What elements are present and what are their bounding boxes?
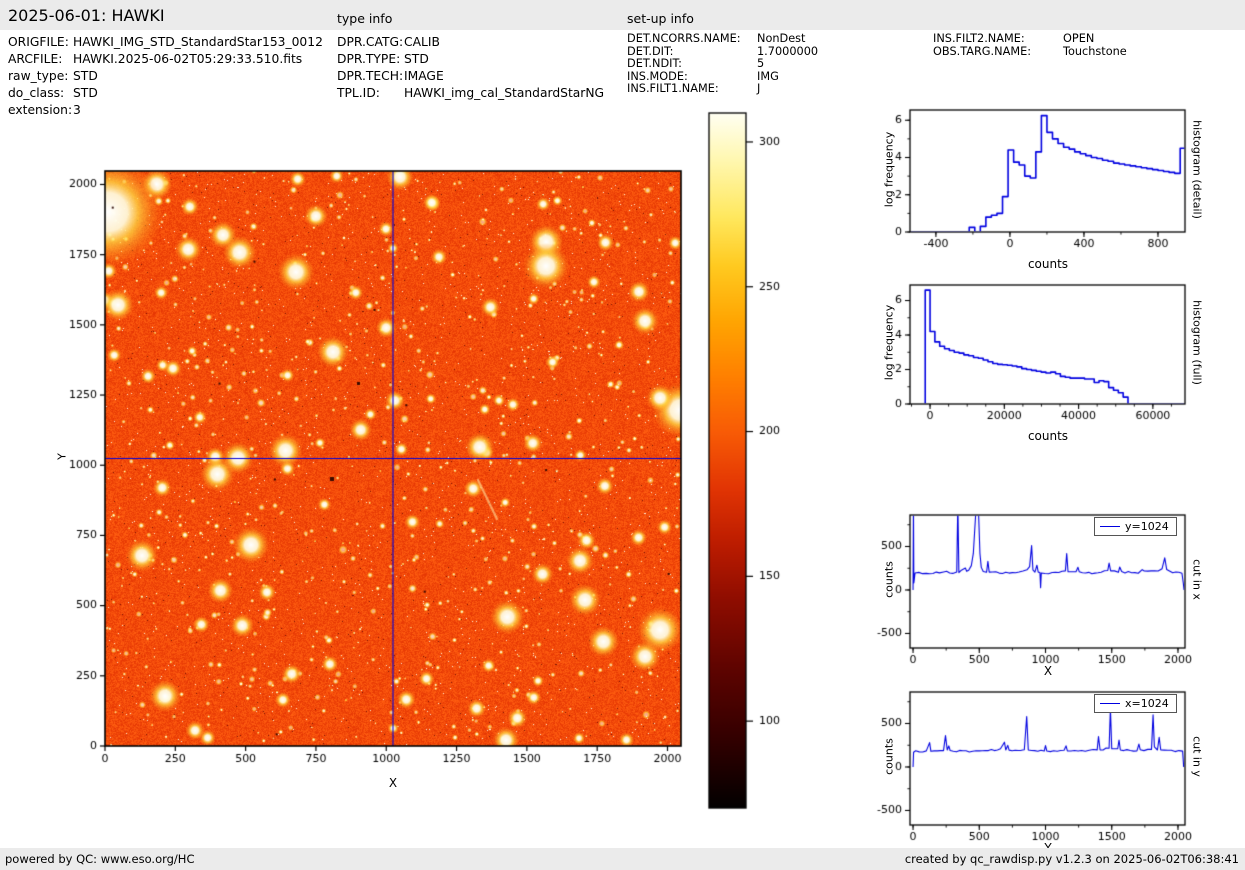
cut-y-right-label: cut in y (1190, 736, 1204, 777)
footer-created-by: created by qc_rawdisp.py v1.2.3 on 2025-… (904, 852, 1239, 866)
field-label: DPR.CATG: (337, 35, 404, 49)
field-value: IMG (757, 69, 779, 83)
field-value: STD (404, 52, 429, 66)
field-value: 3 (73, 103, 81, 117)
field-value: CALIB (404, 35, 440, 49)
histogram-full-ylabel: log frequency (882, 304, 896, 381)
field-value: STD (73, 69, 98, 83)
field-label: OBS.TARG.NAME: (933, 44, 1032, 58)
legend-line-swatch (1100, 526, 1120, 527)
field-value: STD (73, 86, 98, 100)
setup-info-row: OBS.TARG.NAME: Touchstone (933, 44, 1127, 59)
type-info-row: TPL.ID: HAWKI_img_cal_StandardStarNG (337, 85, 604, 102)
field-label: DET.NCORRS.NAME: (627, 32, 741, 45)
histogram-full-xlabel: counts (1027, 429, 1069, 443)
field-label: TPL.ID: (337, 86, 380, 100)
field-value: IMAGE (404, 69, 444, 83)
field-value: HAWKI_IMG_STD_StandardStar153_0012 (73, 35, 323, 49)
setup-info-block: DET.NCORRS.NAME: NonDest DET.DIT: 1.7000… (627, 32, 819, 96)
histogram-detail-ylabel: log frequency (882, 131, 896, 208)
main-yaxis-label: Y (55, 453, 69, 460)
field-value: 1.7000000 (757, 44, 819, 58)
cut-y-ylabel: counts (882, 738, 896, 775)
field-label: DET.NDIT: (627, 57, 682, 71)
field-label: INS.FILT2.NAME: (933, 32, 1025, 45)
legend-label: x=1024 (1125, 697, 1169, 710)
file-info-block: ORIGFILE: HAWKI_IMG_STD_StandardStar153_… (8, 34, 323, 119)
cut-x-legend: y=1024 (1094, 517, 1177, 536)
type-info-heading: type info (337, 11, 393, 26)
legend-label: y=1024 (1125, 520, 1169, 533)
file-info-row: ORIGFILE: HAWKI_IMG_STD_StandardStar153_… (8, 34, 323, 51)
colorbar (702, 103, 797, 820)
histogram-full-right-label: histogram (full) (1190, 300, 1204, 385)
setup-info-row: INS.FILT1.NAME: J (627, 83, 818, 96)
cut-x-xlabel: X (1043, 664, 1053, 678)
histogram-full-chart (870, 271, 1192, 431)
file-info-row: ARCFILE: HAWKI.2025-06-02T05:29:33.510.f… (8, 51, 323, 68)
footer-powered-by: powered by QC: www.eso.org/HC (5, 852, 195, 866)
legend-line-swatch (1100, 703, 1120, 704)
main-xaxis-label: X (388, 776, 398, 790)
field-label: INS.FILT1.NAME: (627, 82, 719, 96)
field-label: raw_type: (8, 69, 69, 83)
cut-x-ylabel: counts (882, 561, 896, 598)
field-value: HAWKI_img_cal_StandardStarNG (404, 86, 605, 100)
field-label: do_class: (8, 86, 65, 100)
star-field-image (58, 160, 700, 800)
field-label: DPR.TECH: (337, 69, 404, 83)
setup-info-row: INS.FILT2.NAME: OPEN (933, 32, 1127, 46)
field-value: OPEN (1063, 32, 1095, 45)
histogram-detail-xlabel: counts (1027, 257, 1069, 271)
file-info-row: raw_type: STD (8, 68, 323, 85)
setup-info-heading: set-up info (627, 11, 694, 26)
type-info-row: DPR.TECH: IMAGE (337, 68, 604, 85)
setup-info-row: DET.NCORRS.NAME: NonDest (627, 32, 818, 46)
cut-x-right-label: cut in x (1190, 559, 1204, 600)
qc-report-page: 2025-06-01: HAWKI type info set-up info … (0, 0, 1245, 870)
field-value: NonDest (757, 32, 806, 45)
field-label: ARCFILE: (8, 52, 63, 66)
file-info-row: extension: 3 (8, 102, 323, 119)
setup-info-block-2: INS.FILT2.NAME: OPEN OBS.TARG.NAME: Touc… (933, 32, 1127, 59)
type-info-row: DPR.CATG: CALIB (337, 34, 604, 51)
file-info-row: do_class: STD (8, 85, 323, 102)
cut-y-legend: x=1024 (1094, 694, 1177, 713)
footer-bar: powered by QC: www.eso.org/HC created by… (0, 848, 1245, 870)
type-info-block: DPR.CATG: CALIB DPR.TYPE: STD DPR.TECH: … (337, 34, 604, 102)
histogram-detail-right-label: histogram (detail) (1190, 120, 1204, 219)
header-bar (0, 0, 1245, 30)
setup-info-row: DET.NDIT: 5 (627, 58, 818, 71)
field-label: DPR.TYPE: (337, 52, 401, 66)
field-label: ORIGFILE: (8, 35, 69, 49)
type-info-row: DPR.TYPE: STD (337, 51, 604, 68)
field-value: HAWKI.2025-06-02T05:29:33.510.fits (73, 52, 303, 66)
field-value: Touchstone (1063, 44, 1127, 58)
page-title: 2025-06-01: HAWKI (8, 6, 165, 25)
field-label: extension: (8, 103, 73, 117)
field-value: 5 (757, 57, 765, 71)
histogram-detail-chart (870, 96, 1192, 256)
field-value: J (757, 82, 761, 96)
